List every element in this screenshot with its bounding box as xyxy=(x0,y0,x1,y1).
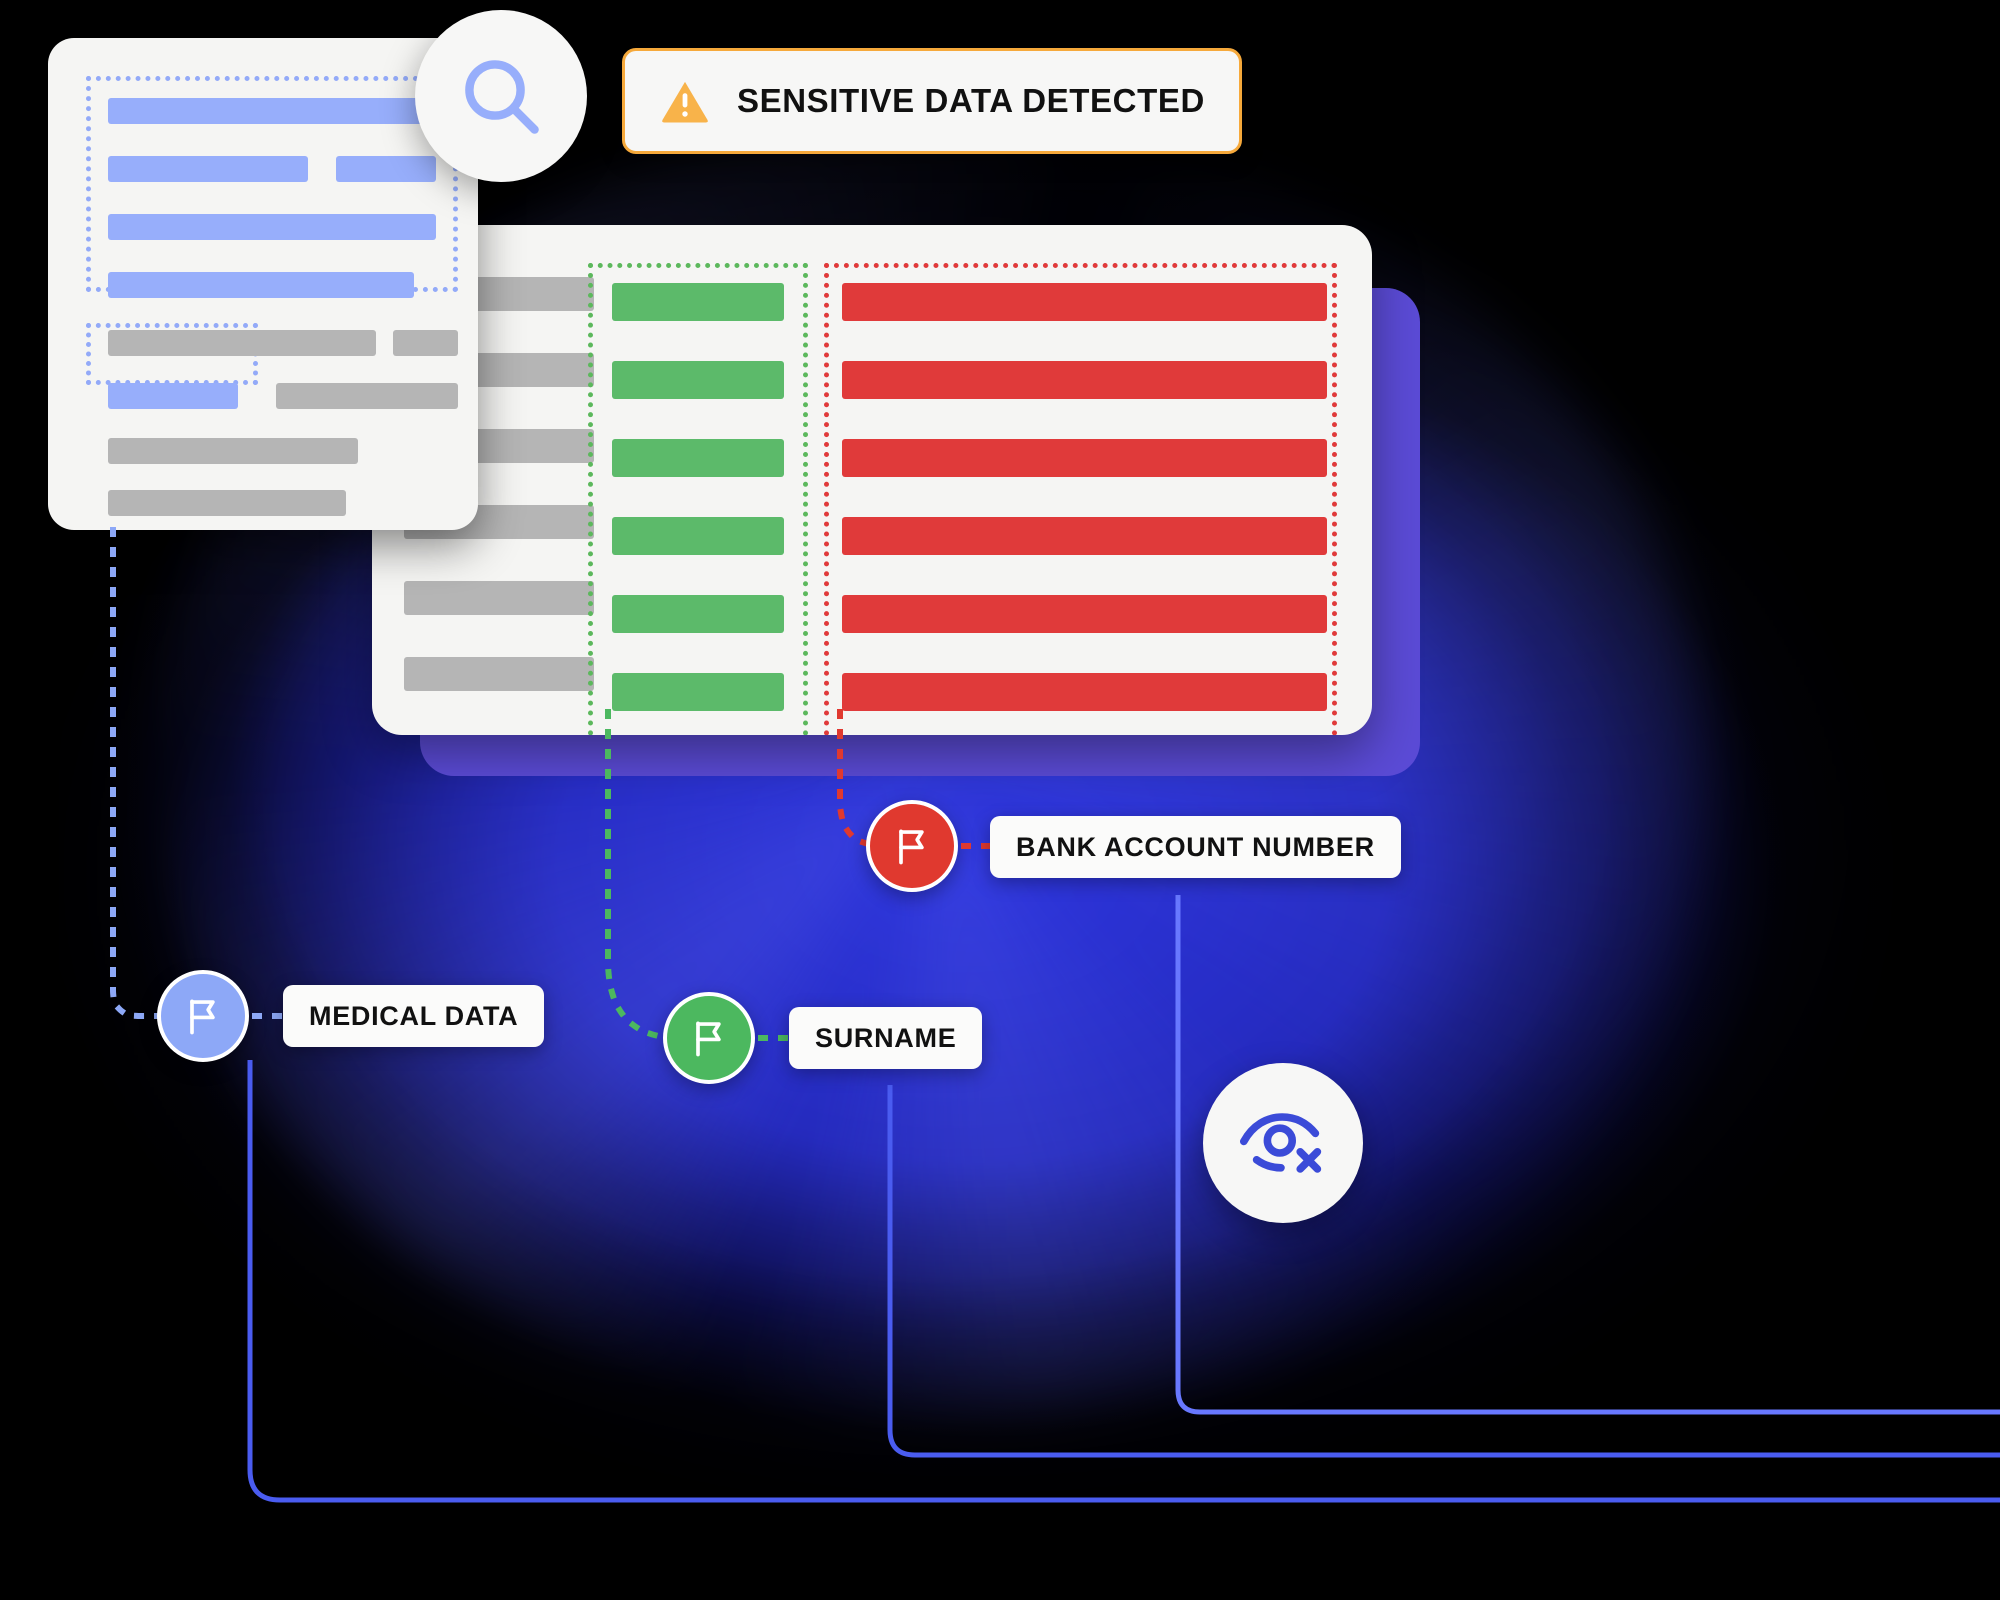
flag-icon xyxy=(190,999,215,1035)
table-row xyxy=(842,517,1327,555)
flag-icon xyxy=(899,829,924,865)
table-row xyxy=(612,595,784,633)
sensitive-data-alert[interactable]: SENSITIVE DATA DETECTED xyxy=(622,48,1242,154)
table-red-column xyxy=(842,283,1327,735)
table-row xyxy=(842,361,1327,399)
tag-surname-label: SURNAME xyxy=(815,1022,957,1053)
table-row xyxy=(842,283,1327,321)
document-line xyxy=(108,156,308,182)
search-badge[interactable] xyxy=(415,10,587,182)
flag-node-medical-data[interactable] xyxy=(157,970,249,1062)
document-line xyxy=(108,330,376,356)
table-row xyxy=(612,673,784,711)
illustration-stage: SENSITIVE DATA DETECTED MEDICAL DATA SUR… xyxy=(0,0,2000,1600)
flag-icon xyxy=(696,1021,721,1057)
tag-surname[interactable]: SURNAME xyxy=(789,1007,983,1069)
flag-node-bank-account-number[interactable] xyxy=(866,800,958,892)
flag-node-surname[interactable] xyxy=(663,992,755,1084)
tag-bank-account-number-label: BANK ACCOUNT NUMBER xyxy=(1016,831,1375,862)
medical-data-tag-link xyxy=(252,1013,284,1019)
table-row xyxy=(404,657,594,691)
document-preview-card xyxy=(48,38,478,530)
document-line xyxy=(108,98,436,124)
table-row xyxy=(842,673,1327,711)
table-row xyxy=(612,283,784,321)
table-row xyxy=(612,361,784,399)
tag-bank-account-number[interactable]: BANK ACCOUNT NUMBER xyxy=(990,816,1401,878)
tag-medical-data-label: MEDICAL DATA xyxy=(309,1000,519,1031)
document-line xyxy=(108,383,238,409)
document-line xyxy=(108,272,414,298)
table-row xyxy=(404,581,594,615)
privacy-badge[interactable] xyxy=(1203,1063,1363,1223)
document-line xyxy=(276,383,458,409)
table-row xyxy=(612,517,784,555)
tag-medical-data[interactable]: MEDICAL DATA xyxy=(283,985,545,1047)
table-row xyxy=(842,439,1327,477)
table-green-column xyxy=(612,283,784,735)
document-line xyxy=(108,438,358,464)
sensitive-data-alert-label: SENSITIVE DATA DETECTED xyxy=(737,82,1205,119)
document-line xyxy=(393,330,458,356)
eye-off-icon xyxy=(1240,1113,1322,1173)
data-table-card xyxy=(372,225,1372,735)
surname-tag-link xyxy=(758,1035,790,1041)
table-row xyxy=(612,439,784,477)
warning-triangle-icon xyxy=(662,81,708,123)
table-row xyxy=(842,595,1327,633)
document-line xyxy=(336,156,436,182)
search-icon xyxy=(465,60,539,134)
document-line xyxy=(108,214,436,240)
bank-account-number-tag-link xyxy=(961,843,991,849)
document-line xyxy=(108,490,346,516)
